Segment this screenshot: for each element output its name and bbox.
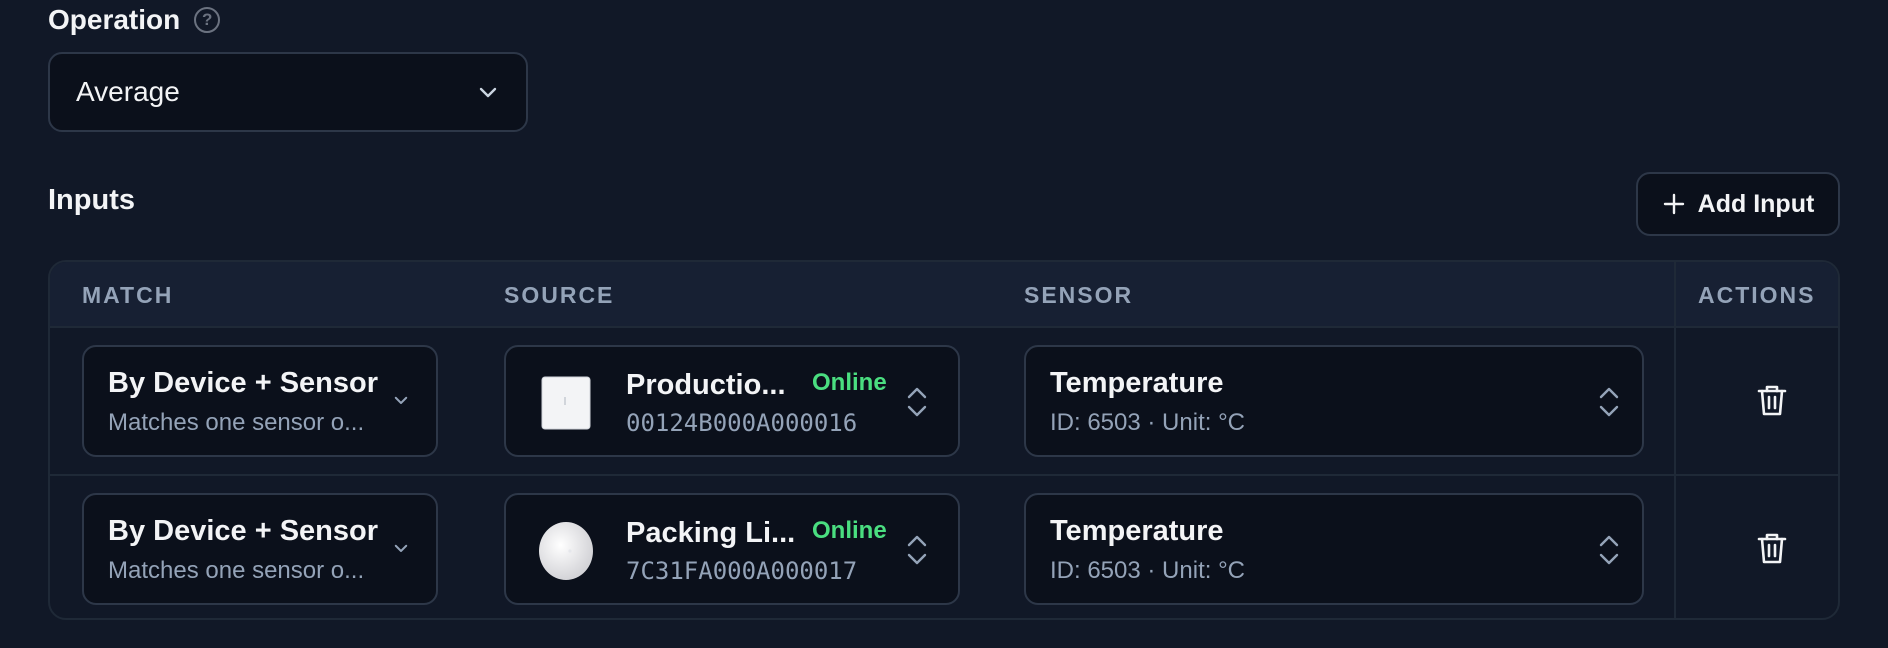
match-subtitle: Matches one sensor o...: [108, 409, 365, 436]
match-select[interactable]: By Device + Sensor Matches one sensor o.…: [82, 493, 438, 605]
source-select[interactable]: Productio... Online 00124B000A000016: [504, 345, 960, 457]
sensor-select[interactable]: Temperature ID: 6503 · Unit: °C: [1024, 345, 1644, 457]
chevron-down-icon: [394, 396, 408, 404]
add-input-label: Add Input: [1697, 189, 1815, 218]
table-header: MATCH SOURCE SENSOR ACTIONS: [50, 262, 1838, 328]
trash-icon[interactable]: [1756, 383, 1788, 417]
table-row: By Device + Sensor Matches one sensor o.…: [50, 328, 1838, 474]
source-device-id: 00124B000A000016: [626, 409, 858, 437]
column-header-actions: ACTIONS: [1698, 281, 1816, 308]
inputs-title: Inputs: [48, 184, 135, 216]
square-sensor-device-image: [541, 376, 591, 430]
source-select[interactable]: Packing Li... Online 7C31FA000A000017: [504, 493, 960, 605]
sensor-select[interactable]: Temperature ID: 6503 · Unit: °C: [1024, 493, 1644, 605]
round-sensor-device-image: [539, 522, 593, 580]
match-title: By Device + Sensor: [108, 367, 379, 399]
match-select[interactable]: By Device + Sensor Matches one sensor o.…: [82, 345, 438, 457]
trash-icon[interactable]: [1756, 531, 1788, 565]
source-status-badge: Online: [812, 517, 887, 544]
operation-label-group: Operation ?: [48, 2, 221, 38]
match-subtitle: Matches one sensor o...: [108, 557, 365, 584]
source-device-name: Productio...: [626, 369, 786, 401]
add-input-button[interactable]: Add Input: [1636, 172, 1840, 236]
chevron-down-icon: [394, 544, 408, 552]
source-device-name: Packing Li...: [626, 517, 796, 549]
chevron-down-icon: [479, 87, 497, 98]
chevron-up-down-icon: [1599, 535, 1619, 565]
sensor-name: Temperature: [1050, 515, 1224, 547]
sensor-detail: ID: 6503 · Unit: °C: [1050, 557, 1245, 584]
sensor-name: Temperature: [1050, 367, 1224, 399]
inputs-table: MATCH SOURCE SENSOR ACTIONS By Device + …: [48, 260, 1840, 620]
match-title: By Device + Sensor: [108, 515, 379, 547]
chevron-up-down-icon: [1599, 387, 1619, 417]
operation-select[interactable]: Average: [48, 52, 528, 132]
column-header-source: SOURCE: [504, 281, 615, 308]
operation-label: Operation: [48, 4, 181, 35]
column-header-match: MATCH: [82, 281, 174, 308]
operation-selected-value: Average: [76, 76, 180, 107]
chevron-up-down-icon: [907, 387, 927, 417]
source-device-id: 7C31FA000A000017: [626, 557, 858, 585]
question-circle-icon[interactable]: ?: [194, 7, 221, 33]
chevron-up-down-icon: [907, 535, 927, 565]
column-header-sensor: SENSOR: [1024, 281, 1134, 308]
plus-icon: [1663, 193, 1684, 215]
sensor-detail: ID: 6503 · Unit: °C: [1050, 409, 1245, 436]
table-row: By Device + Sensor Matches one sensor o.…: [50, 476, 1838, 618]
source-status-badge: Online: [812, 369, 887, 396]
